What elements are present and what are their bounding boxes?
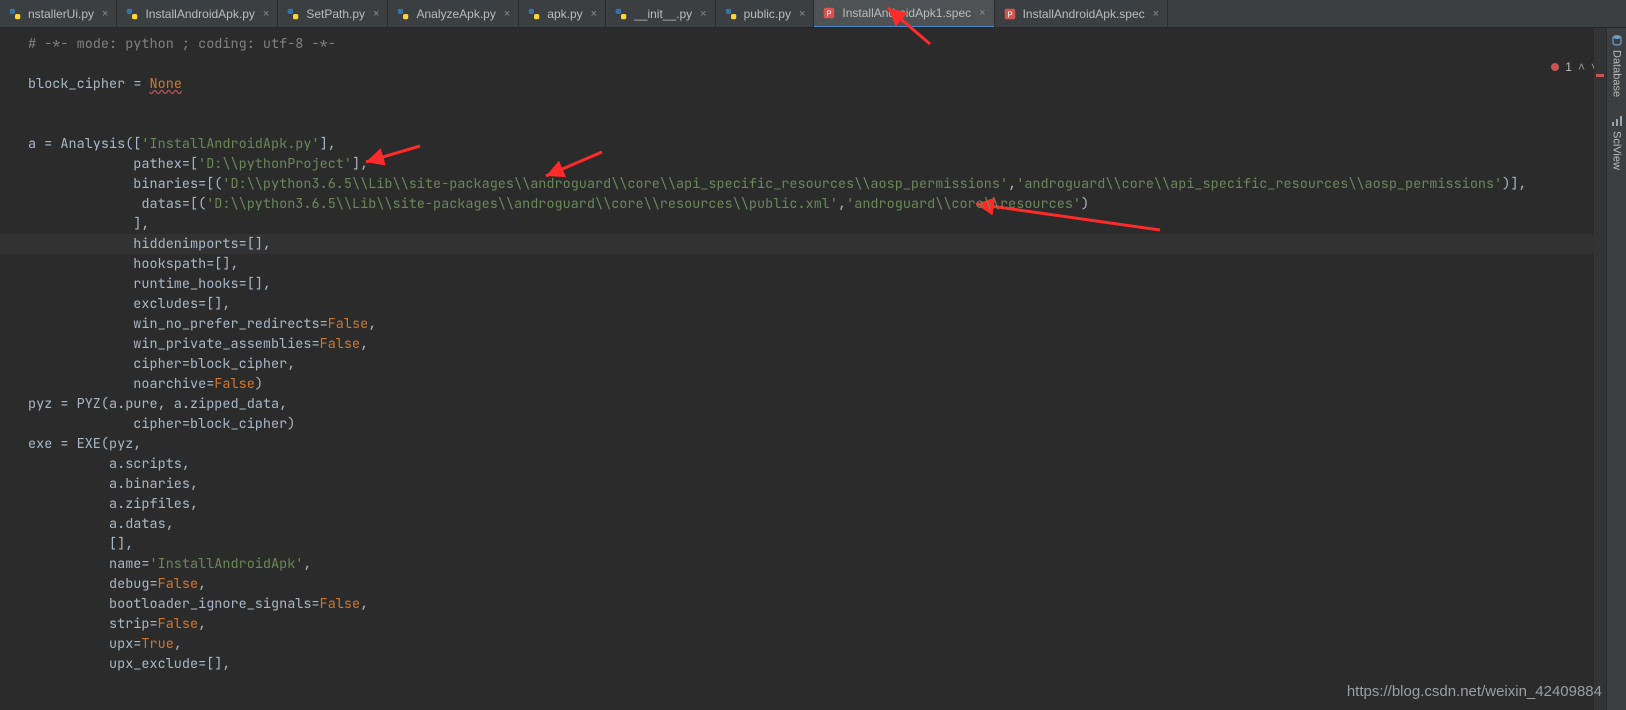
close-icon[interactable]: × — [799, 8, 805, 20]
close-icon[interactable]: × — [591, 8, 597, 20]
python-file-icon — [724, 7, 738, 21]
python-file-icon — [614, 7, 628, 21]
tab-setpath[interactable]: SetPath.py × — [278, 0, 388, 27]
tab-label: SetPath.py — [306, 7, 365, 21]
tab-label: InstallAndroidApk.spec — [1023, 7, 1145, 21]
tab-label: nstallerUi.py — [28, 7, 94, 21]
tab-installandroidapk[interactable]: InstallAndroidApk.py × — [117, 0, 278, 27]
spec-file-icon: P — [1003, 7, 1017, 21]
code-editor[interactable]: # -*- mode: python ; coding: utf-8 -*- b… — [0, 28, 1626, 710]
close-icon[interactable]: × — [700, 8, 706, 20]
close-icon[interactable]: × — [102, 8, 108, 20]
close-icon[interactable]: × — [373, 8, 379, 20]
tab-installandroidapk1-spec[interactable]: P InstallAndroidApk1.spec × — [814, 0, 994, 28]
tab-apk[interactable]: apk.py × — [519, 0, 606, 27]
python-file-icon — [8, 7, 22, 21]
close-icon[interactable]: × — [263, 8, 269, 20]
close-icon[interactable]: × — [979, 7, 985, 19]
spec-file-icon: P — [822, 6, 836, 20]
watermark-text: https://blog.csdn.net/weixin_42409884 — [1347, 683, 1602, 700]
close-icon[interactable]: × — [504, 8, 510, 20]
python-file-icon — [396, 7, 410, 21]
tab-installandroidapk-spec[interactable]: P InstallAndroidApk.spec × — [995, 0, 1169, 27]
tab-label: InstallAndroidApk1.spec — [842, 6, 971, 20]
tab-nstallerui[interactable]: nstallerUi.py × — [0, 0, 117, 27]
tab-label: InstallAndroidApk.py — [145, 7, 254, 21]
tab-init[interactable]: __init__.py × — [606, 0, 715, 27]
tab-label: __init__.py — [634, 7, 692, 21]
python-file-icon — [527, 7, 541, 21]
tab-label: AnalyzeApk.py — [416, 7, 495, 21]
tab-label: apk.py — [547, 7, 582, 21]
python-file-icon — [286, 7, 300, 21]
editor-tab-bar: nstallerUi.py × InstallAndroidApk.py × S… — [0, 0, 1626, 28]
close-icon[interactable]: × — [1153, 8, 1159, 20]
tab-label: public.py — [744, 7, 791, 21]
python-file-icon — [125, 7, 139, 21]
svg-text:P: P — [827, 10, 832, 19]
code-content: # -*- mode: python ; coding: utf-8 -*- b… — [28, 34, 1626, 674]
tab-public[interactable]: public.py × — [716, 0, 815, 27]
svg-text:P: P — [1007, 10, 1012, 19]
tab-analyzeapk[interactable]: AnalyzeApk.py × — [388, 0, 519, 27]
